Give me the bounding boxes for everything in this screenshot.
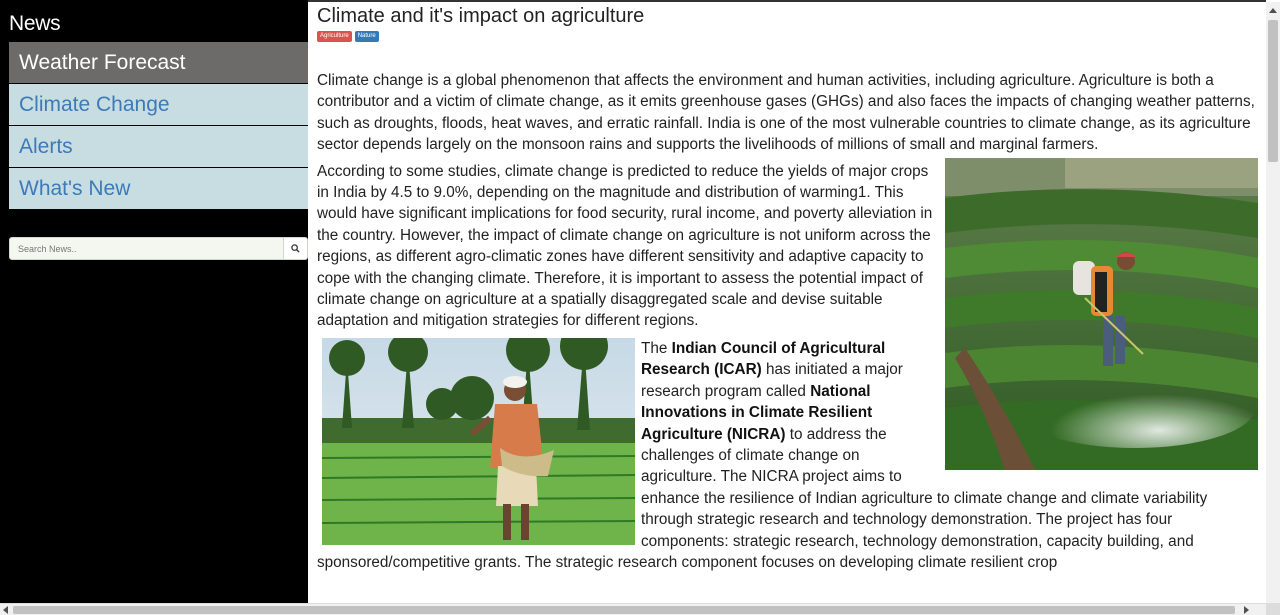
search-input[interactable] <box>9 237 284 260</box>
farmer-in-paddy-field-image <box>322 337 635 545</box>
article: Climate and it's impact on agriculture A… <box>308 2 1266 603</box>
sidebar-item-weather-forecast[interactable]: Weather Forecast <box>9 42 308 84</box>
search-icon <box>291 244 300 253</box>
tag-list: Agriculture Nature <box>317 31 1258 42</box>
sidebar-item-whats-new[interactable]: What's New <box>9 168 308 210</box>
horizontal-scroll-thumb[interactable] <box>13 606 1235 614</box>
scroll-up-icon[interactable] <box>1269 8 1277 13</box>
vertical-scrollbar[interactable] <box>1266 2 1280 603</box>
p3-text-1: The <box>641 339 672 357</box>
scrollbar-corner <box>1266 603 1280 615</box>
brand-title: News <box>9 12 61 35</box>
article-title: Climate and it's impact on agriculture <box>317 5 645 27</box>
article-paragraph-1: Climate change is a global phenomenon th… <box>317 72 1255 154</box>
sidebar-item-climate-change[interactable]: Climate Change <box>9 84 308 126</box>
scroll-right-icon[interactable] <box>1244 606 1249 614</box>
page: News Weather Forecast Climate Change Ale… <box>0 0 1280 615</box>
sidebar: News Weather Forecast Climate Change Ale… <box>0 0 308 615</box>
sidebar-nav: Weather Forecast Climate Change Alerts W… <box>9 42 308 210</box>
horizontal-scrollbar[interactable] <box>0 603 1280 615</box>
search-bar <box>9 237 308 260</box>
search-button[interactable] <box>284 237 308 260</box>
vertical-scroll-thumb[interactable] <box>1268 20 1278 162</box>
scroll-left-icon[interactable] <box>3 606 8 614</box>
sidebar-item-alerts[interactable]: Alerts <box>9 126 308 168</box>
tag-nature[interactable]: Nature <box>354 31 379 42</box>
farmer-spraying-crops-image <box>945 157 1258 470</box>
tag-agriculture[interactable]: Agriculture <box>317 31 352 42</box>
